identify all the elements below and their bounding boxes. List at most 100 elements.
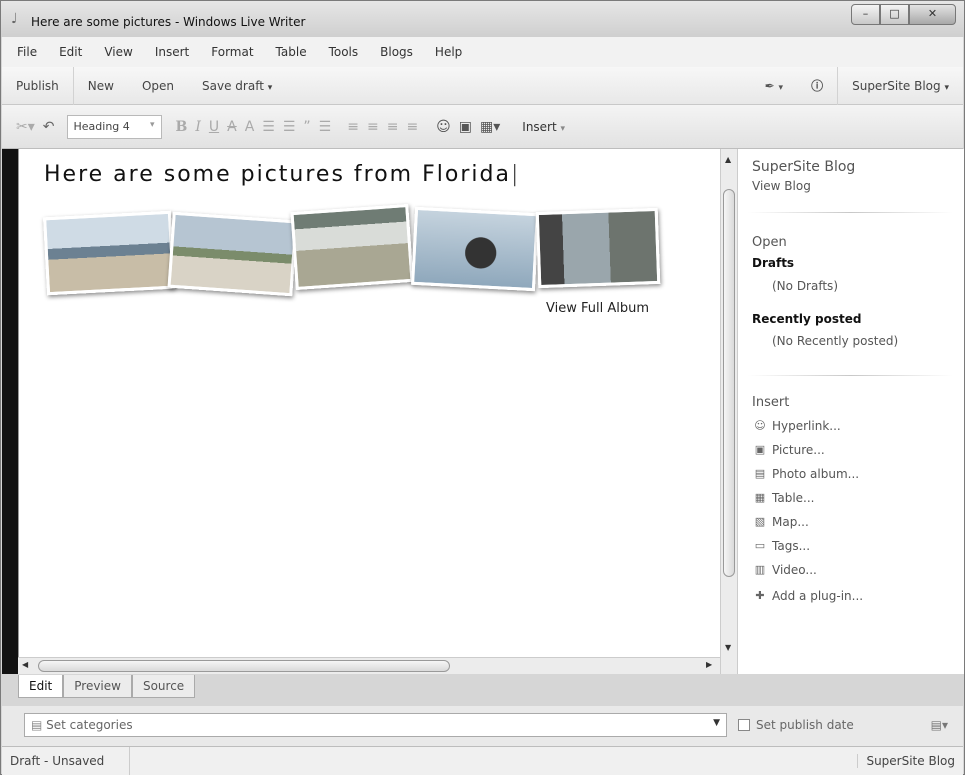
open-button[interactable]: Open: [128, 67, 188, 105]
text-color-icon[interactable]: A: [245, 119, 255, 135]
sidebar-insert-heading: Insert: [752, 395, 790, 410]
blockquote-icon[interactable]: ”: [303, 119, 310, 135]
divider: [748, 212, 953, 213]
post-title[interactable]: Here are some pictures from Florida|: [44, 162, 520, 187]
insert-photo-album[interactable]: ▤ Photo album...: [752, 467, 859, 481]
writer-app-icon: ♩: [11, 11, 18, 27]
blog-selector[interactable]: SuperSite Blog ▾: [838, 67, 963, 105]
menu-format[interactable]: Format: [200, 45, 264, 59]
align-center-icon[interactable]: ≡: [367, 119, 379, 135]
editor-horizontal-scrollbar[interactable]: ◀ ▶: [18, 657, 720, 674]
editor-left-strip: [2, 149, 18, 674]
picture-icon[interactable]: ▣: [459, 119, 472, 135]
publish-button[interactable]: Publish: [2, 66, 74, 105]
formatting-toolbar: ✂▾ ↶ Heading 4 ▾ B I U A A ☰ ☰ ” ☰ ≡ ≡ ≡…: [2, 105, 963, 149]
new-button[interactable]: New: [74, 67, 128, 105]
underline-icon[interactable]: U: [209, 119, 219, 135]
drafts-label: Drafts: [752, 256, 795, 270]
strikethrough-icon[interactable]: A: [227, 119, 237, 135]
add-plugin[interactable]: ✚ Add a plug-in...: [752, 589, 863, 603]
save-draft-button[interactable]: Save draft ▾: [188, 67, 286, 105]
view-full-album-link[interactable]: View Full Album: [546, 301, 649, 316]
bulleted-list-icon[interactable]: ☰: [283, 119, 296, 135]
insert-picture-label: Picture...: [772, 443, 825, 457]
photo-beach[interactable]: [167, 211, 298, 297]
style-value: Heading 4: [73, 119, 130, 133]
pen-icon[interactable]: ✒ ▾: [751, 67, 797, 105]
minimize-button[interactable]: –: [851, 4, 880, 25]
menu-view[interactable]: View: [93, 45, 143, 59]
menu-table[interactable]: Table: [265, 45, 318, 59]
insert-map-label: Map...: [772, 515, 809, 529]
menu-blogs[interactable]: Blogs: [369, 45, 424, 59]
scroll-thumb-horizontal[interactable]: [38, 660, 450, 672]
insert-table[interactable]: ▦ Table...: [752, 491, 815, 505]
insert-hyperlink[interactable]: ☺ Hyperlink...: [752, 419, 841, 433]
more-icon[interactable]: ☰: [319, 119, 332, 135]
numbered-list-icon[interactable]: ☰: [262, 119, 275, 135]
recently-posted-empty: (No Recently posted): [772, 334, 899, 348]
add-plugin-label: Add a plug-in...: [772, 589, 864, 603]
maximize-button[interactable]: □: [880, 4, 909, 25]
chevron-down-icon: ▼: [713, 718, 720, 728]
chevron-down-icon: ▾: [944, 83, 949, 93]
tab-preview[interactable]: Preview: [63, 675, 132, 698]
insert-menu[interactable]: Insert ▾: [522, 120, 565, 134]
menu-insert[interactable]: Insert: [144, 45, 200, 59]
view-tabs: Edit Preview Source: [18, 675, 196, 698]
align-left-icon[interactable]: ≡: [347, 119, 359, 135]
insert-tags[interactable]: ▭ Tags...: [752, 539, 810, 553]
chevron-down-icon: ▾: [267, 82, 273, 93]
status-draft: Draft - Unsaved: [10, 754, 105, 768]
category-row: ▤ Set categories ▼ Set publish date ▤▾: [2, 706, 963, 746]
insert-video[interactable]: ▥ Video...: [752, 563, 817, 577]
insert-hyperlink-label: Hyperlink...: [772, 419, 841, 433]
scroll-left-icon[interactable]: ◀: [22, 660, 28, 669]
bold-icon[interactable]: B: [176, 119, 188, 135]
photo-album[interactable]: [43, 203, 665, 297]
tab-source[interactable]: Source: [131, 675, 196, 698]
post-editor[interactable]: Here are some pictures from Florida| Vie…: [18, 149, 720, 657]
categories-select[interactable]: ▤ Set categories ▼: [24, 713, 727, 737]
tags-icon: ▭: [754, 539, 766, 552]
table-icon[interactable]: ▦▾: [480, 119, 500, 135]
cut-icon[interactable]: ✂▾: [16, 119, 35, 135]
italic-icon[interactable]: I: [195, 119, 201, 135]
menu-help[interactable]: Help: [424, 45, 473, 59]
menu-file[interactable]: File: [6, 45, 48, 59]
scroll-right-icon[interactable]: ▶: [706, 660, 712, 669]
scroll-thumb[interactable]: [723, 189, 735, 577]
title-bar: ♩ Here are some pictures - Windows Live …: [1, 1, 964, 37]
hyperlink-icon: ☺: [754, 419, 766, 432]
view-blog-link[interactable]: View Blog: [752, 179, 811, 193]
chevron-down-icon: ▾: [560, 123, 566, 134]
publish-date-checkbox[interactable]: [738, 719, 750, 731]
hyperlink-icon[interactable]: ☺: [436, 119, 451, 135]
categories-icon: ▤: [31, 718, 47, 732]
close-button[interactable]: ✕: [909, 4, 956, 25]
calendar-icon[interactable]: ▤▾: [931, 718, 948, 732]
photo-fence[interactable]: [290, 203, 414, 291]
undo-icon[interactable]: ↶: [43, 119, 55, 135]
paragraph-style-select[interactable]: Heading 4 ▾: [66, 114, 162, 139]
scroll-down-icon[interactable]: ▼: [725, 643, 731, 652]
justify-icon[interactable]: ≡: [406, 119, 418, 135]
help-icon[interactable]: ⓘ: [797, 67, 839, 105]
publish-date-control[interactable]: Set publish date ▤▾: [738, 713, 948, 737]
insert-video-label: Video...: [772, 563, 817, 577]
table-icon: ▦: [754, 491, 766, 504]
editor-vertical-scrollbar[interactable]: ▲ ▼: [720, 149, 737, 674]
tab-edit[interactable]: Edit: [18, 675, 64, 698]
menu-edit[interactable]: Edit: [48, 45, 93, 59]
menu-tools[interactable]: Tools: [318, 45, 370, 59]
insert-picture[interactable]: ▣ Picture...: [752, 443, 825, 457]
photo-beach-child[interactable]: [43, 210, 175, 296]
drafts-empty: (No Drafts): [772, 279, 838, 293]
scroll-up-icon[interactable]: ▲: [725, 155, 731, 164]
insert-map[interactable]: ▧ Map...: [752, 515, 809, 529]
photo-group[interactable]: [535, 207, 661, 289]
menu-bar: File Edit View Insert Format Table Tools…: [2, 37, 963, 67]
align-right-icon[interactable]: ≡: [387, 119, 399, 135]
photo-person[interactable]: [411, 206, 539, 292]
command-bar: Publish New Open Save draft ▾ ✒ ▾ ⓘ Supe…: [2, 66, 963, 105]
